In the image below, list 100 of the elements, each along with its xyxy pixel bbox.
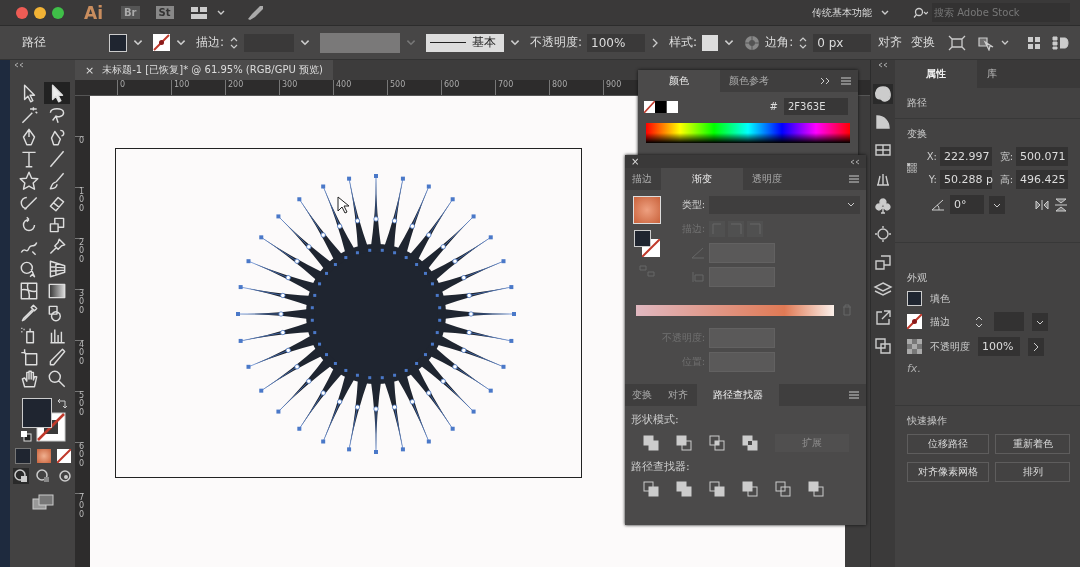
sun-icon[interactable] xyxy=(873,224,893,244)
effects-button[interactable]: fx. xyxy=(907,362,1068,375)
isolate-object-icon[interactable] xyxy=(977,34,996,51)
height-field[interactable]: 496.425 xyxy=(1016,170,1068,189)
menu-icon[interactable] xyxy=(848,174,860,184)
search-icon[interactable] xyxy=(912,6,928,19)
grid-dots-icon[interactable] xyxy=(1027,35,1041,50)
close-panel-button[interactable]: × xyxy=(631,156,640,167)
outline-icon[interactable] xyxy=(775,481,791,497)
duplicate-squares-icon[interactable] xyxy=(873,336,893,356)
unite-icon[interactable] xyxy=(643,435,659,451)
draw-normal-icon[interactable] xyxy=(12,468,29,484)
panel-tab[interactable]: 变换 xyxy=(625,384,659,406)
collapse-icon[interactable] xyxy=(14,62,24,68)
divide-icon[interactable] xyxy=(643,481,659,497)
ruler-label: 0 xyxy=(117,80,171,95)
close-tab-button[interactable]: × xyxy=(85,63,95,77)
fill-swatch[interactable] xyxy=(109,33,127,52)
layout-icon[interactable] xyxy=(189,5,208,20)
panel-tab[interactable]: 透明度 xyxy=(745,168,789,190)
starburst-drawing[interactable] xyxy=(236,174,516,454)
color-spectrum[interactable] xyxy=(646,123,850,143)
fill-swatch[interactable] xyxy=(907,291,922,306)
workspace-switcher[interactable]: 传统基本功能 xyxy=(798,5,904,20)
panel-tab[interactable]: 颜色 xyxy=(638,70,720,92)
flip-horizontal-icon[interactable] xyxy=(1035,198,1049,211)
flip-vertical-icon[interactable] xyxy=(1054,197,1068,212)
toolbar-button[interactable]: 变换 xyxy=(909,34,938,51)
panel-tab[interactable]: 属性 xyxy=(895,60,977,88)
default-colors-icon[interactable] xyxy=(19,430,32,442)
crop-icon[interactable] xyxy=(742,481,758,497)
panel-tab[interactable]: 渐变 xyxy=(661,168,743,190)
export-icon[interactable] xyxy=(873,308,893,328)
minus-front-icon[interactable] xyxy=(676,435,692,451)
draw-inside-icon[interactable] xyxy=(56,468,73,484)
fill-swatch[interactable] xyxy=(634,230,651,247)
angle-icon xyxy=(931,198,945,211)
merge-icon[interactable] xyxy=(709,481,725,497)
palette-icon[interactable] xyxy=(873,84,893,104)
document-tab[interactable]: × 未标题-1 [已恢复]* @ 61.95% (RGB/GPU 预览) xyxy=(75,60,333,80)
corner-radius-field[interactable]: 0 px xyxy=(813,33,872,52)
graphic-style-swatch[interactable] xyxy=(702,34,719,51)
color-mode-button[interactable] xyxy=(14,448,31,464)
x-field[interactable]: 222.997 xyxy=(940,147,992,166)
panel-tab[interactable]: 描边 xyxy=(625,168,659,190)
checkerboard-icon[interactable] xyxy=(907,339,922,354)
transform-box-icon[interactable] xyxy=(948,34,967,51)
gradient-mode-button[interactable] xyxy=(36,449,51,463)
y-field[interactable]: 50.288 p xyxy=(940,170,992,189)
collapse-icon[interactable] xyxy=(878,62,888,68)
no-stroke-swatch-icon[interactable] xyxy=(907,314,922,329)
chevron-right-icon[interactable] xyxy=(1028,337,1044,356)
toolbar-button[interactable]: 对齐 xyxy=(876,34,905,51)
opacity-field[interactable]: 100% xyxy=(978,337,1020,356)
ruler-label: 600 xyxy=(75,442,85,493)
collapse-icon[interactable] xyxy=(850,158,860,165)
quick-action-button[interactable]: 对齐像素网格 xyxy=(907,462,989,482)
rotation-field[interactable]: 0° xyxy=(950,195,984,214)
no-stroke-swatch-icon[interactable] xyxy=(153,34,170,51)
stock-button[interactable]: St xyxy=(155,6,174,19)
brush-definition-dropdown[interactable]: 基本 xyxy=(426,33,505,52)
fill-color-swatch[interactable] xyxy=(21,398,52,428)
panel-tab[interactable]: 对齐 xyxy=(661,384,695,406)
swap-arrows-icon[interactable] xyxy=(55,398,68,410)
width-field[interactable]: 500.071 xyxy=(1016,147,1068,166)
x-label: X: xyxy=(925,151,937,162)
ruler-label: 200 xyxy=(75,238,85,289)
quick-action-button[interactable]: 位移路径 xyxy=(907,434,989,454)
minus-back-icon[interactable] xyxy=(808,481,824,497)
close-window-button[interactable] xyxy=(16,6,28,19)
intersect-icon[interactable] xyxy=(709,435,725,451)
width-label: 宽: xyxy=(998,149,1013,164)
quick-action-button[interactable]: 重新着色 xyxy=(995,434,1070,454)
gradient-preview-swatch[interactable] xyxy=(633,196,661,224)
overlapping-squares-icon[interactable] xyxy=(873,252,893,272)
panel-tab[interactable]: 颜色参考 xyxy=(722,70,776,92)
trim-icon[interactable] xyxy=(676,481,692,497)
hex-field[interactable]: 2F363E xyxy=(784,98,848,115)
menu-icon[interactable] xyxy=(840,76,852,86)
menu-icon[interactable] xyxy=(848,390,860,400)
opacity-field[interactable]: 100% xyxy=(587,33,646,52)
screen-mode-icon[interactable] xyxy=(31,494,54,510)
expand-panel-icon[interactable] xyxy=(820,76,832,86)
variable-width-profile-field[interactable] xyxy=(320,32,401,53)
color-swatches-drawing[interactable] xyxy=(644,100,678,113)
zoom-window-button[interactable] xyxy=(52,6,64,19)
recolor-wheel-icon[interactable] xyxy=(744,34,761,51)
panel-tab[interactable]: 路径查找器 xyxy=(697,384,779,406)
quick-action-button[interactable]: 排列 xyxy=(995,462,1070,482)
ruler-label: 100 xyxy=(171,80,225,95)
panel-tab[interactable]: 库 xyxy=(977,60,1007,88)
draw-behind-icon[interactable] xyxy=(34,468,51,484)
exclude-icon[interactable] xyxy=(742,435,758,451)
search-field[interactable]: 搜索 Adobe Stock xyxy=(932,3,1070,22)
none-mode-icon[interactable] xyxy=(56,449,71,463)
selection-type-label: 路径 xyxy=(907,96,928,110)
club-icon[interactable] xyxy=(873,196,893,216)
ruler-label: 200 xyxy=(225,80,279,95)
panel-options-icon[interactable] xyxy=(1052,35,1070,50)
minimize-window-button[interactable] xyxy=(34,6,46,19)
